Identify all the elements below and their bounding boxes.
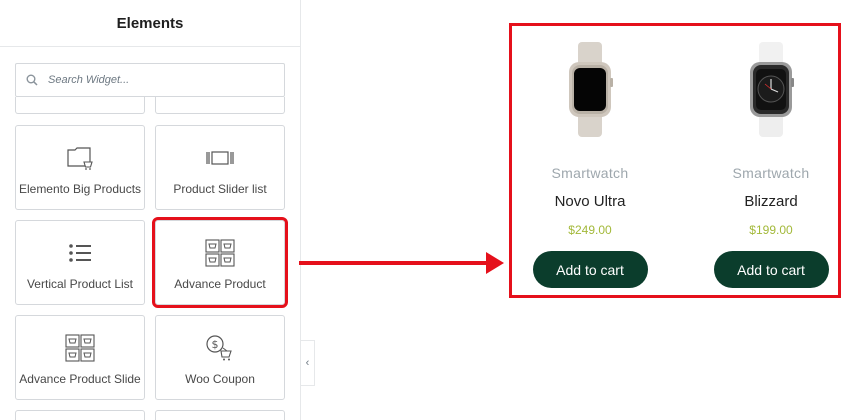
chevron-left-icon: ‹ [305, 357, 310, 369]
widget-label: Product Slider list [173, 182, 267, 196]
arrow-right-icon [486, 252, 504, 274]
widget-tile-partial[interactable] [15, 97, 145, 114]
product-price: $199.00 [749, 223, 793, 237]
add-to-cart-button[interactable]: Add to cart [532, 251, 648, 288]
widget-tile-partial[interactable] [155, 97, 285, 114]
product-category[interactable]: Smartwatch [552, 165, 629, 181]
elements-panel: Elements Elemento Big Products Product S… [0, 0, 301, 420]
vertical-list-icon [68, 239, 92, 267]
product-name[interactable]: Novo Ultra [555, 193, 626, 210]
product-name[interactable]: Blizzard [744, 193, 797, 210]
widget-label: Advance Product [174, 277, 266, 291]
coupon-icon: $ [205, 334, 235, 362]
search-input[interactable] [48, 74, 268, 86]
widget-label: Advance Product Slide [19, 372, 141, 386]
add-to-cart-button[interactable]: Add to cart [713, 251, 829, 288]
panel-title: Elements [116, 14, 184, 32]
widget-tile-partial[interactable] [155, 410, 285, 420]
advance-product-slide-icon [65, 334, 95, 362]
widget-tile-partial[interactable] [15, 410, 145, 420]
widget-tile-advance-product[interactable]: Advance Product [152, 217, 288, 308]
product-image[interactable] [560, 42, 620, 137]
product-card: Smartwatch Novo Ultra $249.00 Add to car… [520, 26, 660, 288]
search-box[interactable] [15, 63, 285, 97]
collapse-panel-button[interactable]: ‹ [301, 340, 315, 386]
big-products-icon [65, 144, 95, 172]
product-category[interactable]: Smartwatch [733, 165, 810, 181]
panel-header: Elements [0, 0, 300, 47]
product-slider-icon [205, 144, 235, 172]
product-preview-box: Smartwatch Novo Ultra $249.00 Add to car… [509, 23, 841, 298]
widget-label: Vertical Product List [26, 277, 134, 291]
product-image[interactable] [741, 42, 801, 137]
widget-tile-advance-product-slide[interactable]: Advance Product Slide [15, 315, 145, 400]
product-price: $249.00 [568, 223, 612, 237]
widget-tile-vertical-product-list[interactable]: Vertical Product List [15, 220, 145, 305]
widget-label: Woo Coupon [185, 372, 255, 386]
widget-label: Elemento Big Products [18, 182, 142, 196]
annotation-arrow-line [299, 261, 487, 265]
product-card: Smartwatch Blizzard $199.00 Add to cart [701, 26, 841, 288]
svg-text:$: $ [212, 338, 219, 351]
widget-tile-elemento-big-products[interactable]: Elemento Big Products [15, 125, 145, 210]
widget-tile-product-slider-list[interactable]: Product Slider list [155, 125, 285, 210]
search-icon [26, 73, 40, 87]
widget-tile-woo-coupon[interactable]: $ Woo Coupon [155, 315, 285, 400]
advance-product-icon [205, 239, 235, 267]
